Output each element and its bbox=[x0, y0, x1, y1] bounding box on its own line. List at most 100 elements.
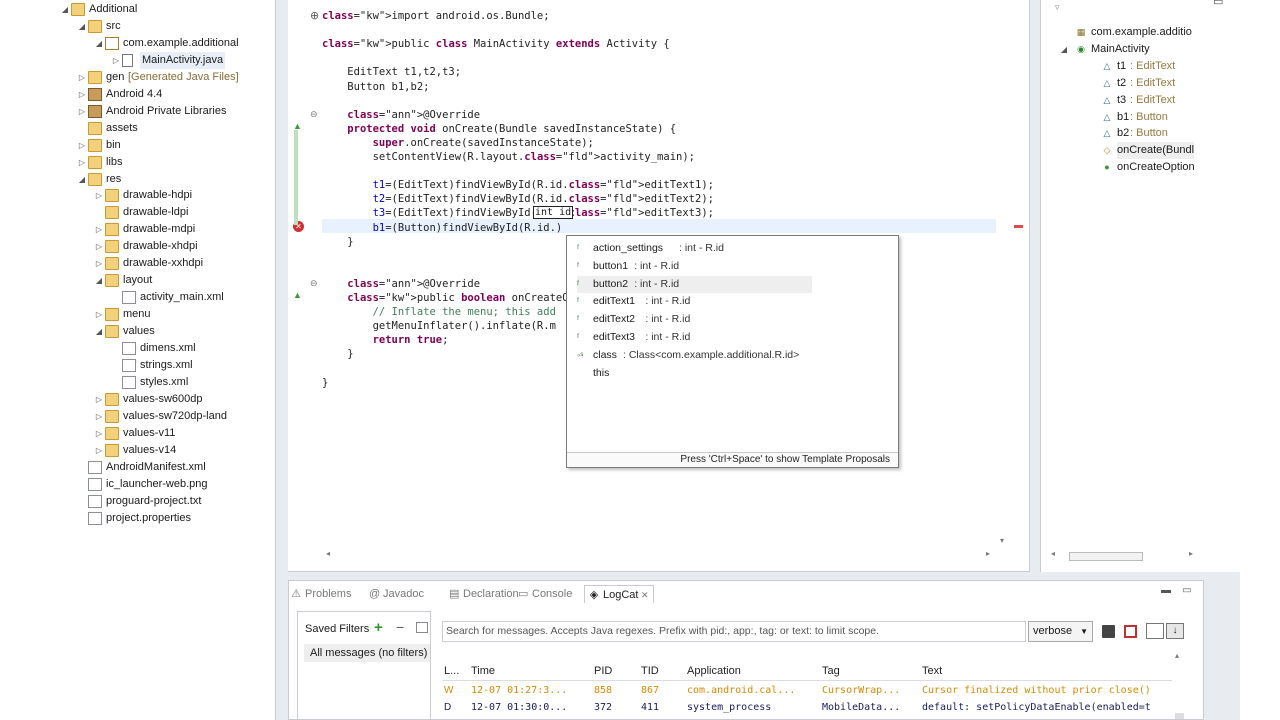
collapsed-arrow-icon[interactable]: ▷ bbox=[94, 408, 104, 425]
tab-javadoc[interactable]: @ Javadoc bbox=[369, 585, 424, 603]
tab-logcat[interactable]: ◈ LogCat ✕ bbox=[584, 585, 654, 603]
collapsed-arrow-icon[interactable]: ▷ bbox=[77, 86, 87, 103]
collapsed-arrow-icon[interactable]: ▷ bbox=[94, 221, 104, 238]
override-marker-icon[interactable]: ▲ bbox=[293, 290, 302, 300]
code-line[interactable]: getMenuInflater().inflate(R.m bbox=[322, 319, 556, 333]
code-line[interactable]: class="ann">@Override bbox=[322, 108, 480, 122]
scroll-thumb[interactable] bbox=[1175, 713, 1184, 719]
collapsed-arrow-icon[interactable]: ▷ bbox=[111, 52, 121, 69]
collapsed-arrow-icon[interactable]: ▷ bbox=[94, 255, 104, 272]
tab-console[interactable]: ▭ Console bbox=[518, 585, 572, 603]
tab-declaration[interactable]: ▤ Declaration bbox=[449, 585, 519, 603]
scroll-right-icon[interactable]: ▸ bbox=[1189, 549, 1193, 558]
outline-hscroll[interactable]: ◂ ▸ bbox=[1051, 549, 1193, 562]
proposal-item[interactable]: ᶠ editText3 : int - R.id bbox=[577, 329, 877, 346]
scroll-right-icon[interactable]: ▸ bbox=[986, 549, 990, 558]
collapsed-arrow-icon[interactable]: ▷ bbox=[77, 103, 87, 120]
collapsed-arrow-icon[interactable]: ▷ bbox=[94, 187, 104, 204]
collapsed-arrow-icon[interactable]: ▷ bbox=[77, 69, 87, 86]
proposal-item[interactable]: ᶠ button1 : int - R.id bbox=[577, 258, 877, 275]
logcat-vscroll[interactable]: ▴ bbox=[1175, 651, 1185, 719]
proposal-item[interactable]: ◦ˢ class : Class<com.example.additional.R… bbox=[577, 347, 877, 364]
column-header[interactable]: L... bbox=[444, 663, 459, 679]
edit-filter-icon[interactable] bbox=[416, 622, 428, 633]
explorer-item[interactable]: ▷ values-v11 bbox=[40, 425, 275, 442]
add-filter-icon[interactable]: + bbox=[374, 619, 383, 636]
collapsed-arrow-icon[interactable]: ▷ bbox=[77, 154, 87, 171]
code-line[interactable]: return true; bbox=[322, 333, 449, 347]
content-assist-popup[interactable]: ᶠ action_settings : int - R.id ᶠ button1 : … bbox=[566, 235, 899, 468]
explorer-item[interactable]: ▷ menu bbox=[40, 306, 275, 323]
explorer-item[interactable]: proguard-project.txt bbox=[40, 493, 275, 510]
code-line[interactable]: class="kw">import android.os.Bundle; bbox=[322, 9, 550, 23]
code-line[interactable]: } bbox=[322, 376, 328, 390]
code-line[interactable]: // Inflate the menu; this add bbox=[322, 305, 556, 319]
explorer-item[interactable]: ▷ drawable-mdpi bbox=[40, 221, 275, 238]
explorer-item[interactable]: ▷ values-v14 bbox=[40, 442, 275, 459]
error-overview-marker[interactable] bbox=[1014, 225, 1023, 228]
column-header[interactable]: PID bbox=[594, 663, 612, 679]
collapsed-arrow-icon[interactable]: ▷ bbox=[94, 238, 104, 255]
sash[interactable] bbox=[1030, 0, 1040, 572]
column-header[interactable]: TID bbox=[641, 663, 659, 679]
clear-log-icon[interactable] bbox=[1124, 625, 1137, 638]
expanded-arrow-icon[interactable]: ◢ bbox=[60, 1, 70, 18]
expanded-arrow-icon[interactable]: ◢ bbox=[94, 35, 104, 52]
all-messages-filter[interactable]: All messages (no filters) bbox=[304, 644, 430, 662]
explorer-item[interactable]: ▷ drawable-xxhdpi bbox=[40, 255, 275, 272]
code-line[interactable]: } bbox=[322, 347, 353, 361]
explorer-item[interactable]: ◢ com.example.additional bbox=[40, 35, 275, 52]
expanded-arrow-icon[interactable]: ◢ bbox=[77, 18, 87, 35]
tab-problems[interactable]: ⚠ Problems bbox=[291, 585, 351, 603]
column-header[interactable]: Text bbox=[922, 663, 942, 679]
collapsed-arrow-icon[interactable]: ▷ bbox=[77, 137, 87, 154]
explorer-item[interactable]: ic_launcher-web.png bbox=[40, 476, 275, 493]
column-header[interactable]: Application bbox=[687, 663, 741, 679]
explorer-item[interactable]: dimens.xml bbox=[40, 340, 275, 357]
proposal-item[interactable]: this bbox=[577, 365, 877, 382]
explorer-item[interactable]: strings.xml bbox=[40, 357, 275, 374]
column-header[interactable]: Tag bbox=[822, 663, 840, 679]
code-line[interactable]: EditText t1,t2,t3; bbox=[322, 65, 461, 79]
display-mode-icon[interactable] bbox=[1146, 623, 1164, 639]
scroll-lock-icon[interactable]: ↓ bbox=[1166, 623, 1184, 639]
fold-icon[interactable]: ⊖ bbox=[310, 109, 318, 120]
code-line[interactable]: setContentView(R.layout.class="fld">acti… bbox=[322, 150, 695, 164]
fold-icon[interactable]: ⊕ bbox=[310, 9, 319, 22]
horizontal-scrollbar[interactable]: ◂ ▸ bbox=[326, 549, 990, 562]
code-line[interactable]: b1=(Button)findViewById(R.id.) bbox=[322, 221, 563, 235]
expanded-arrow-icon[interactable]: ◢ bbox=[77, 171, 87, 188]
code-line[interactable]: super.onCreate(savedInstanceState); bbox=[322, 136, 594, 150]
panel-minimize-icon[interactable]: ▬ bbox=[1161, 585, 1171, 596]
collapsed-arrow-icon[interactable]: ▷ bbox=[94, 391, 104, 408]
scroll-up-icon[interactable]: ▴ bbox=[1175, 651, 1179, 660]
collapsed-arrow-icon[interactable]: ▷ bbox=[94, 306, 104, 323]
save-log-icon[interactable] bbox=[1102, 625, 1115, 638]
collapsed-arrow-icon[interactable]: ▷ bbox=[94, 442, 104, 459]
remove-filter-icon[interactable]: − bbox=[396, 619, 404, 635]
log-level-select[interactable]: verbose ▼ bbox=[1028, 621, 1093, 642]
scroll-thumb[interactable] bbox=[1069, 552, 1143, 561]
explorer-item[interactable]: ▷ drawable-hdpi bbox=[40, 187, 275, 204]
logcat-search-input[interactable]: Search for messages. Accepts Java regexe… bbox=[442, 621, 1026, 642]
explorer-item[interactable]: ▷ libs bbox=[40, 154, 275, 171]
collapsed-arrow-icon[interactable]: ▷ bbox=[94, 425, 104, 442]
explorer-item[interactable]: ◢ Additional bbox=[40, 1, 275, 18]
explorer-item[interactable]: ▷ drawable-xhdpi bbox=[40, 238, 275, 255]
explorer-item[interactable]: ◢ values bbox=[40, 323, 275, 340]
code-line[interactable]: } bbox=[322, 235, 353, 249]
column-header[interactable]: Time bbox=[471, 663, 495, 679]
code-line[interactable]: class="ann">@Override bbox=[322, 277, 480, 291]
code-line[interactable]: class="kw">public class MainActivity ext… bbox=[322, 37, 670, 51]
code-line[interactable]: t1=(EditText)findViewById(R.id.class="fl… bbox=[322, 178, 714, 192]
explorer-item[interactable]: ▷ values-sw720dp-land bbox=[40, 408, 275, 425]
explorer-item[interactable]: ◢ src bbox=[40, 18, 275, 35]
explorer-item[interactable]: ▷ values-sw600dp bbox=[40, 391, 275, 408]
explorer-item[interactable]: styles.xml bbox=[40, 374, 275, 391]
explorer-item[interactable]: ▷ gen [Generated Java Files] bbox=[40, 69, 275, 86]
explorer-item[interactable]: drawable-ldpi bbox=[40, 204, 275, 221]
expanded-arrow-icon[interactable]: ◢ bbox=[94, 323, 104, 340]
explorer-item[interactable]: ▷ MainActivity.java bbox=[40, 51, 275, 69]
explorer-item[interactable]: ◢ res bbox=[40, 171, 275, 188]
proposal-item[interactable]: ᶠ editText1 : int - R.id bbox=[577, 293, 877, 310]
